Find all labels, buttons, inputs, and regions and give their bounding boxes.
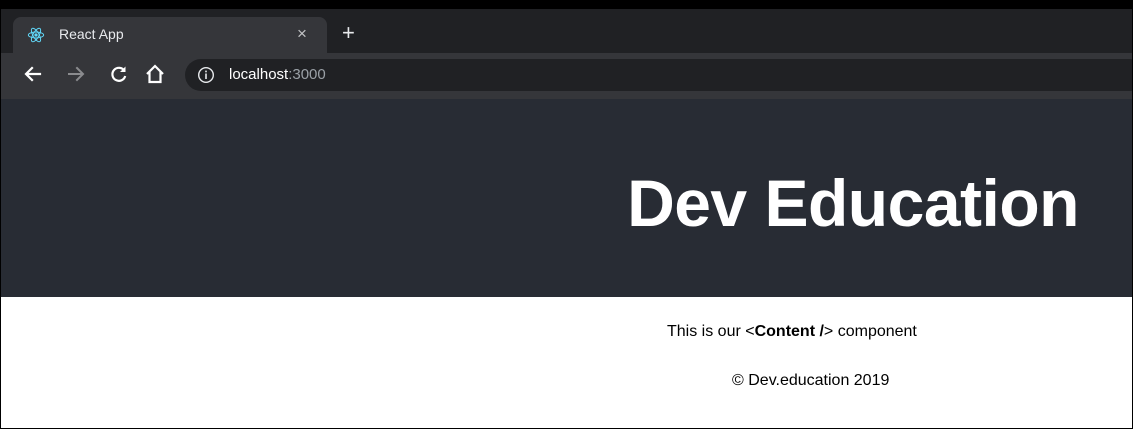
- back-button[interactable]: [19, 60, 47, 88]
- url-text[interactable]: localhost:3000: [229, 66, 326, 83]
- content-open: <: [745, 323, 755, 340]
- info-icon[interactable]: [197, 66, 215, 84]
- content-text: This is our <Content /> component: [667, 323, 917, 341]
- reload-icon: [111, 66, 127, 82]
- page-title: Dev Education: [627, 166, 1079, 240]
- home-button[interactable]: [141, 60, 169, 88]
- react-logo-icon: [27, 27, 45, 43]
- new-tab-button[interactable]: +: [342, 21, 355, 45]
- browser-window: React App × + localhost:3000 Dev Educati…: [0, 0, 1133, 429]
- forward-button[interactable]: [62, 60, 90, 88]
- tab-strip: React App × +: [1, 1, 1132, 53]
- browser-toolbar: localhost:3000: [1, 53, 1132, 99]
- arrow-right-icon: [68, 66, 85, 82]
- home-icon: [146, 64, 164, 84]
- footer-text: © Dev.education 2019: [732, 372, 890, 389]
- url-host: localhost: [229, 66, 289, 83]
- url-port: :3000: [288, 66, 326, 83]
- tab-title: React App: [59, 26, 124, 42]
- reload-button[interactable]: [105, 60, 133, 88]
- tab-close-icon[interactable]: ×: [297, 24, 307, 44]
- content-component-name: Content /: [754, 323, 824, 340]
- content-prefix: This is our: [667, 323, 746, 340]
- app-header: Dev Education: [1, 99, 1132, 297]
- tab-react-app[interactable]: React App ×: [13, 17, 327, 53]
- arrow-left-icon: [24, 66, 42, 82]
- content-close: >: [823, 323, 834, 340]
- content-suffix: component: [833, 323, 917, 340]
- address-bar[interactable]: localhost:3000: [185, 59, 1132, 91]
